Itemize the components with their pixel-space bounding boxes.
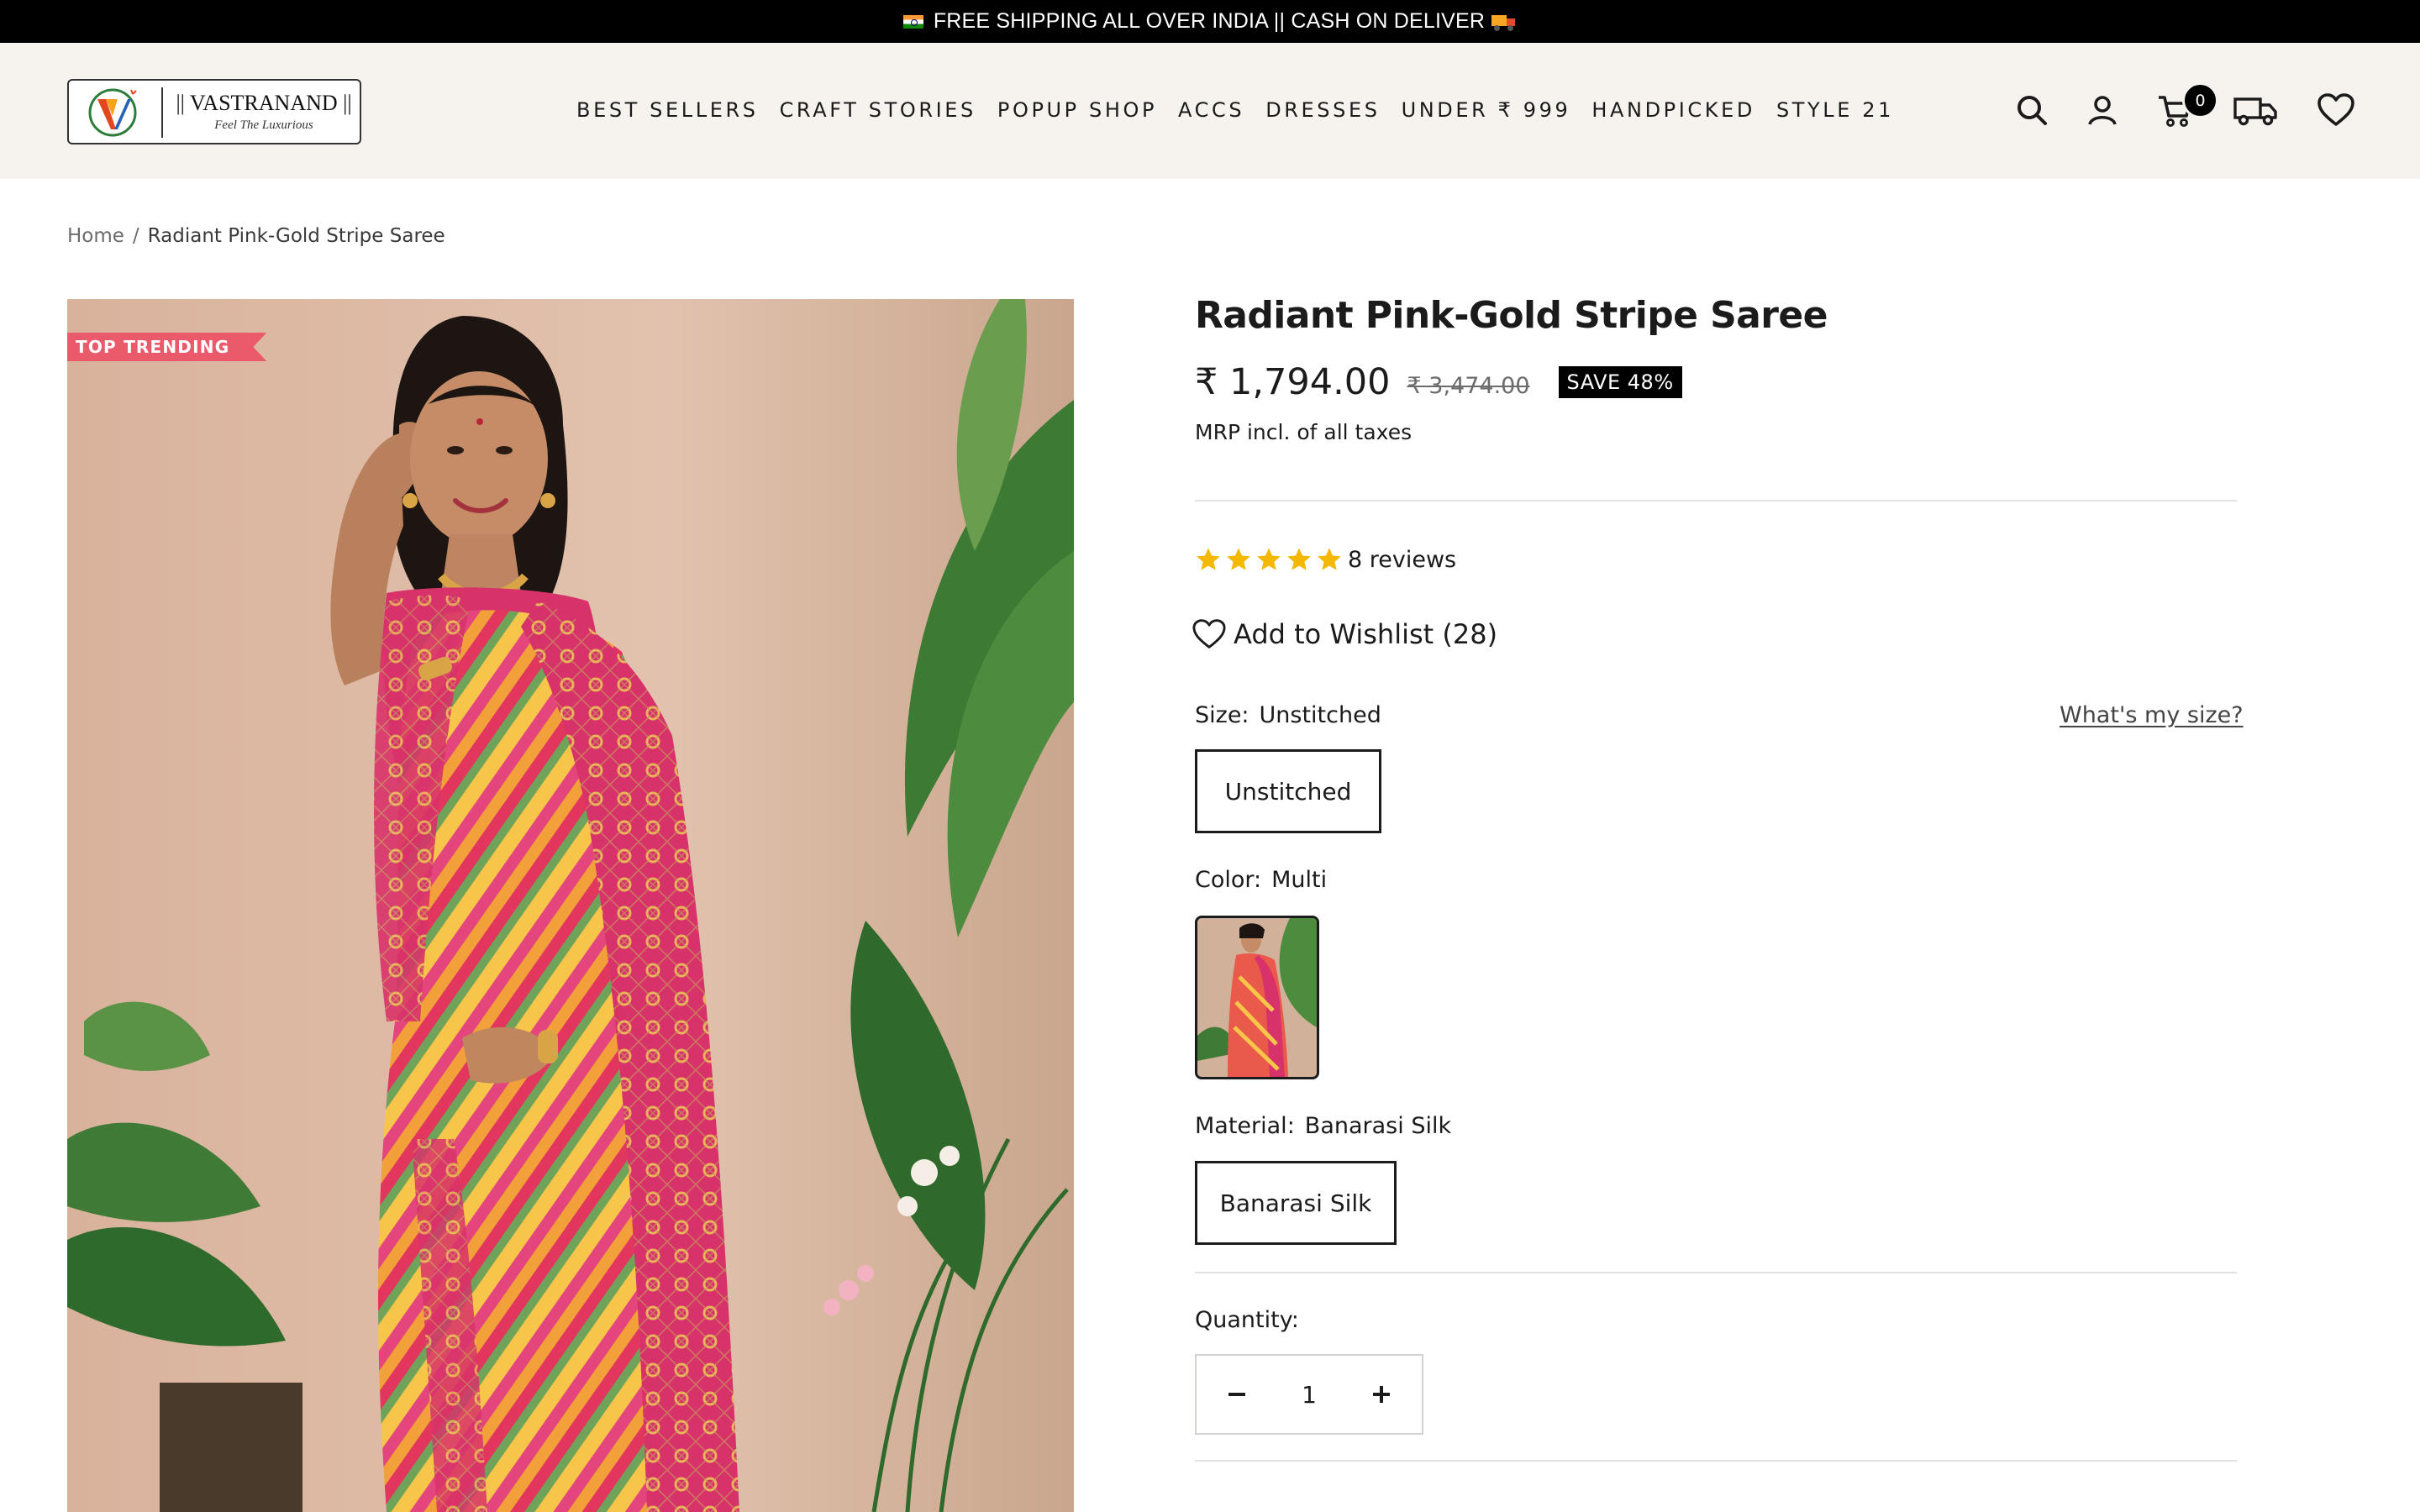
nav-popup-shop[interactable]: POPUP SHOP	[997, 98, 1157, 125]
color-selected-value: Multi	[1271, 867, 1328, 893]
divider	[1195, 500, 2237, 501]
decrease-quantity-button[interactable]	[1222, 1379, 1252, 1410]
nav-dresses[interactable]: DRESSES	[1265, 98, 1380, 125]
account-icon[interactable]	[2082, 90, 2123, 130]
color-swatch-multi[interactable]	[1195, 916, 1319, 1079]
material-label: Material:	[1195, 1113, 1295, 1139]
sale-price: ₹ 1,794.00	[1195, 361, 1391, 403]
heart-outline-icon	[1192, 619, 1226, 648]
nav-style-21[interactable]: STYLE 21	[1776, 98, 1894, 125]
material-selected-value: Banarasi Silk	[1304, 1113, 1452, 1139]
breadcrumb: Home / Radiant Pink-Gold Stripe Saree	[67, 225, 445, 247]
breadcrumb-current: Radiant Pink-Gold Stripe Saree	[147, 225, 445, 247]
size-guide-link[interactable]: What's my size?	[2060, 702, 2244, 728]
quantity-input[interactable]: 1	[1302, 1381, 1317, 1409]
truck-icon[interactable]	[2232, 90, 2279, 130]
announcement-text: FREE SHIPPING ALL OVER INDIA || CASH ON …	[933, 9, 1486, 33]
search-icon[interactable]	[2012, 90, 2052, 130]
star-icon	[1197, 548, 1220, 570]
rating-summary[interactable]: 8 reviews	[1195, 546, 1456, 573]
star-icon	[1257, 548, 1281, 570]
size-selected-value: Unstitched	[1259, 702, 1381, 728]
breadcrumb-separator: /	[132, 225, 139, 247]
size-label: Size:	[1195, 702, 1249, 728]
color-option-label: Color: Multi	[1195, 867, 1327, 893]
star-icon	[1227, 548, 1250, 570]
main-nav: BEST SELLERS CRAFT STORIES POPUP SHOP AC…	[576, 98, 1894, 125]
increase-quantity-button[interactable]	[1366, 1379, 1397, 1410]
delivery-truck-icon	[1491, 13, 1517, 31]
nav-handpicked[interactable]: HANDPICKED	[1591, 98, 1755, 125]
nav-accs[interactable]: ACCS	[1178, 98, 1244, 125]
quantity-stepper: 1	[1195, 1354, 1423, 1435]
announcement-bar: FREE SHIPPING ALL OVER INDIA || CASH ON …	[0, 0, 2420, 43]
logo-brand-text: || VASTRANAND ||	[176, 91, 352, 115]
size-option-unstitched[interactable]: Unstitched	[1195, 749, 1381, 833]
vastranand-logo[interactable]: || VASTRANAND || Feel The Luxurious	[67, 79, 361, 144]
breadcrumb-home-link[interactable]: Home	[67, 225, 124, 247]
size-option-label: Size: Unstitched	[1195, 702, 1381, 728]
material-option-label: Material: Banarasi Silk	[1195, 1113, 1451, 1139]
reviews-count[interactable]: 8 reviews	[1348, 547, 1456, 573]
save-badge: SAVE 48%	[1558, 366, 1682, 398]
star-rating	[1195, 546, 1343, 573]
logo-divider	[161, 87, 163, 138]
star-icon	[1287, 548, 1311, 570]
swatch-thumbnail	[1197, 918, 1317, 1077]
minus-icon	[1228, 1393, 1245, 1396]
nav-under-999[interactable]: UNDER ₹ 999	[1402, 98, 1571, 125]
color-label: Color:	[1195, 867, 1262, 893]
product-image[interactable]	[67, 299, 1074, 1512]
tax-note: MRP incl. of all taxes	[1195, 420, 1413, 444]
saree-model-illustration	[67, 299, 1074, 1512]
divider	[1195, 1272, 2237, 1273]
add-to-wishlist-button[interactable]: Add to Wishlist (28)	[1192, 618, 1497, 650]
star-icon	[1318, 548, 1341, 570]
top-trending-badge: TOP TRENDING	[67, 333, 266, 361]
compare-price: ₹ 3,474.00	[1407, 372, 1530, 399]
divider	[1195, 1460, 2237, 1462]
price-row: ₹ 1,794.00 ₹ 3,474.00 SAVE 48%	[1195, 361, 1682, 403]
quantity-label: Quantity:	[1195, 1307, 1299, 1333]
vastranand-logo-mark-icon	[88, 88, 137, 137]
wishlist-label: Add to Wishlist (28)	[1234, 618, 1498, 650]
nav-best-sellers[interactable]: BEST SELLERS	[576, 98, 759, 125]
product-title: Radiant Pink-Gold Stripe Saree	[1195, 294, 1828, 337]
material-option-banarasi-silk[interactable]: Banarasi Silk	[1195, 1161, 1397, 1245]
india-flag-icon	[902, 14, 923, 29]
heart-icon[interactable]	[2316, 90, 2356, 130]
logo-tagline: Feel The Luxurious	[214, 118, 313, 132]
plus-icon	[1372, 1386, 1390, 1403]
site-header: || VASTRANAND || Feel The Luxurious BEST…	[0, 43, 2420, 179]
cart-count-badge: 0	[2182, 82, 2218, 118]
nav-craft-stories[interactable]: CRAFT STORIES	[780, 98, 976, 125]
